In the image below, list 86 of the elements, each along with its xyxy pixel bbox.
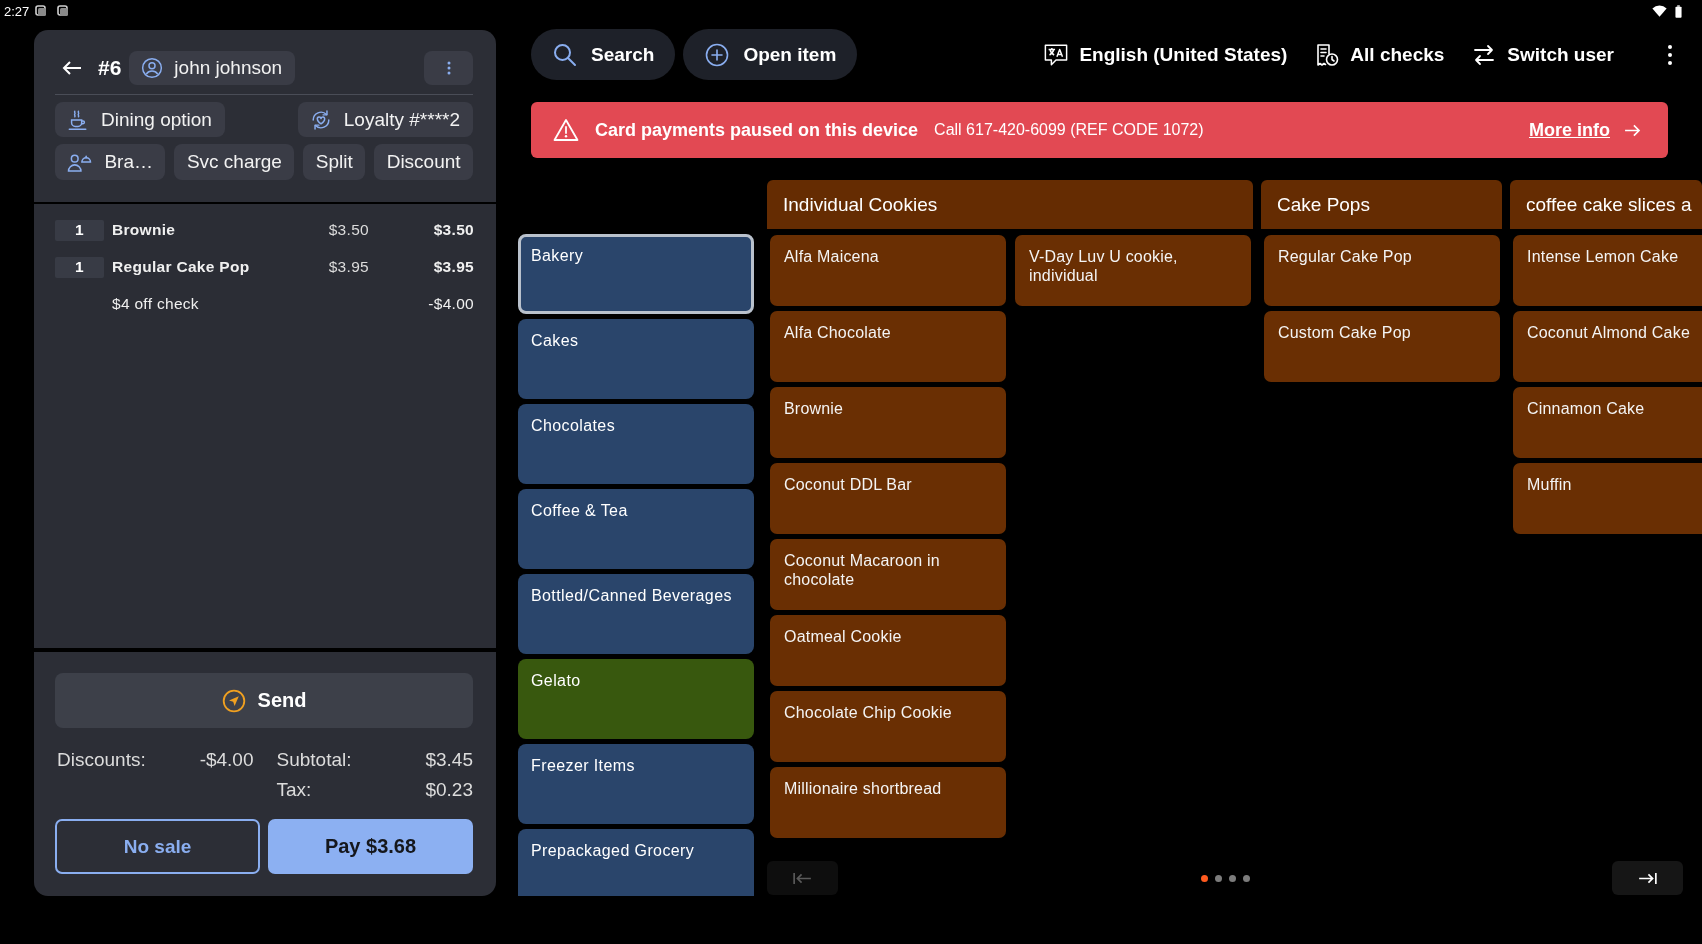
open-item-button[interactable]: Open item	[683, 29, 858, 80]
discounts-value: -$4.00	[199, 749, 254, 771]
menu-item-button[interactable]: Chocolate Chip Cookie	[770, 691, 1006, 762]
menu-item-button[interactable]: Intense Lemon Cake	[1513, 235, 1702, 306]
quantity-cell: 1	[55, 219, 104, 241]
loyalty-button[interactable]: Loyalty #****2	[297, 102, 473, 137]
person-circle-icon	[141, 57, 164, 79]
tax-value: $0.23	[425, 779, 473, 801]
alert-title: Card payments paused on this device	[595, 119, 919, 141]
kebab-menu-icon	[446, 61, 451, 75]
tax-label: Tax:	[276, 779, 312, 801]
group-header: Cake Pops	[1261, 180, 1502, 229]
discount-amount: -$4.00	[427, 295, 474, 313]
no-sale-button[interactable]: No sale	[55, 819, 260, 874]
arrow-right-icon	[1624, 123, 1641, 137]
guests-button[interactable]: Bra…	[55, 144, 166, 180]
page-dot-icon[interactable]	[1228, 874, 1236, 882]
category-button[interactable]: Cakes	[518, 319, 754, 399]
translate-icon	[1044, 42, 1069, 67]
menu-item-button[interactable]: Coconut Almond Cake	[1513, 311, 1702, 382]
menu-item-button[interactable]: Coconut Macaroon in chocolate	[770, 539, 1006, 610]
item-total: $3.95	[432, 258, 474, 276]
order-action-button[interactable]: Discount	[374, 144, 473, 180]
back-arrow-icon[interactable]	[62, 60, 82, 76]
menu-item-button[interactable]: Alfa Chocolate	[770, 311, 1006, 382]
group-header: Individual Cookies	[767, 180, 1253, 229]
page-dot-icon[interactable]	[1200, 874, 1208, 882]
customer-button[interactable]: john johnson	[129, 51, 296, 85]
battery-icon	[1675, 4, 1682, 18]
item-price: $3.50	[328, 221, 369, 239]
discount-name: $4 off check	[112, 295, 200, 313]
language-button[interactable]: English (United States)	[1030, 29, 1302, 80]
menu-item-button[interactable]: Regular Cake Pop	[1264, 235, 1500, 306]
category-button[interactable]: Bottled/Canned Beverages	[518, 574, 754, 654]
category-button[interactable]: Bakery	[518, 234, 754, 314]
send-icon	[221, 688, 246, 713]
plus-circle-icon	[705, 42, 730, 67]
group-header: coffee cake slices a	[1510, 180, 1702, 229]
item-name: Regular Cake Pop	[112, 258, 251, 276]
all-checks-button[interactable]: All checks	[1301, 29, 1459, 80]
menu-item-button[interactable]: Alfa Maicena	[770, 235, 1006, 306]
page-dot-icon[interactable]	[1242, 874, 1250, 882]
menu-item-button[interactable]: Coconut DDL Bar	[770, 463, 1006, 534]
order-action-button[interactable]: Split	[303, 144, 366, 180]
menu-item-button[interactable]: Brownie	[770, 387, 1006, 458]
item-name: Brownie	[112, 221, 177, 239]
menu-item-button[interactable]: Oatmeal Cookie	[770, 615, 1006, 686]
subtotal-value: $3.45	[425, 749, 473, 771]
wifi-icon	[1652, 5, 1667, 17]
notification-square-icon	[57, 5, 70, 17]
menu-item-button[interactable]: V-Day Luv U cookie, individual	[1015, 235, 1251, 306]
swap-arrows-icon	[1472, 42, 1497, 67]
status-time: 2:27	[4, 3, 30, 19]
send-button[interactable]: Send	[55, 673, 473, 728]
more-info-link[interactable]: More info	[1529, 119, 1610, 141]
item-price: $3.95	[328, 258, 369, 276]
receipt-clock-icon	[1315, 42, 1340, 67]
subtotal-label: Subtotal:	[276, 749, 352, 771]
menu-item-button[interactable]: Custom Cake Pop	[1264, 311, 1500, 382]
discounts-label: Discounts:	[57, 749, 146, 771]
arrow-right-bar-icon	[1638, 871, 1657, 885]
category-button[interactable]: Freezer Items	[518, 744, 754, 824]
item-total: $3.50	[432, 221, 474, 239]
order-action-button[interactable]: Svc charge	[174, 144, 295, 180]
dining-option-button[interactable]: Dining option	[55, 102, 225, 137]
search-button[interactable]: Search	[531, 29, 676, 80]
page-dot-icon[interactable]	[1214, 874, 1222, 882]
menu-item-button[interactable]: Muffin	[1513, 463, 1702, 534]
switch-user-button[interactable]: Switch user	[1458, 29, 1628, 80]
menu-item-button[interactable]: Millionaire shortbread	[770, 767, 1006, 838]
category-button[interactable]: Gelato	[518, 659, 754, 739]
alert-detail: Call 617-420-6099 (REF CODE 1072)	[934, 121, 1204, 139]
category-button[interactable]: Prepackaged Grocery	[518, 829, 754, 896]
menu-item-button[interactable]: Cinnamon Cake	[1513, 387, 1702, 458]
search-icon	[553, 42, 577, 67]
category-button[interactable]: Chocolates	[518, 404, 754, 484]
notification-square-icon	[35, 5, 48, 17]
arrow-left-bar-icon	[793, 871, 812, 885]
category-button[interactable]: Coffee & Tea	[518, 489, 754, 569]
warning-icon	[553, 118, 579, 142]
next-page-button[interactable]	[1612, 861, 1683, 895]
check-number: #6	[98, 56, 122, 80]
pay-button[interactable]: Pay $3.68	[268, 819, 473, 874]
steaming-cup-icon	[67, 108, 89, 131]
quantity-cell: 1	[55, 256, 104, 278]
kebab-menu-icon[interactable]	[1668, 44, 1672, 65]
